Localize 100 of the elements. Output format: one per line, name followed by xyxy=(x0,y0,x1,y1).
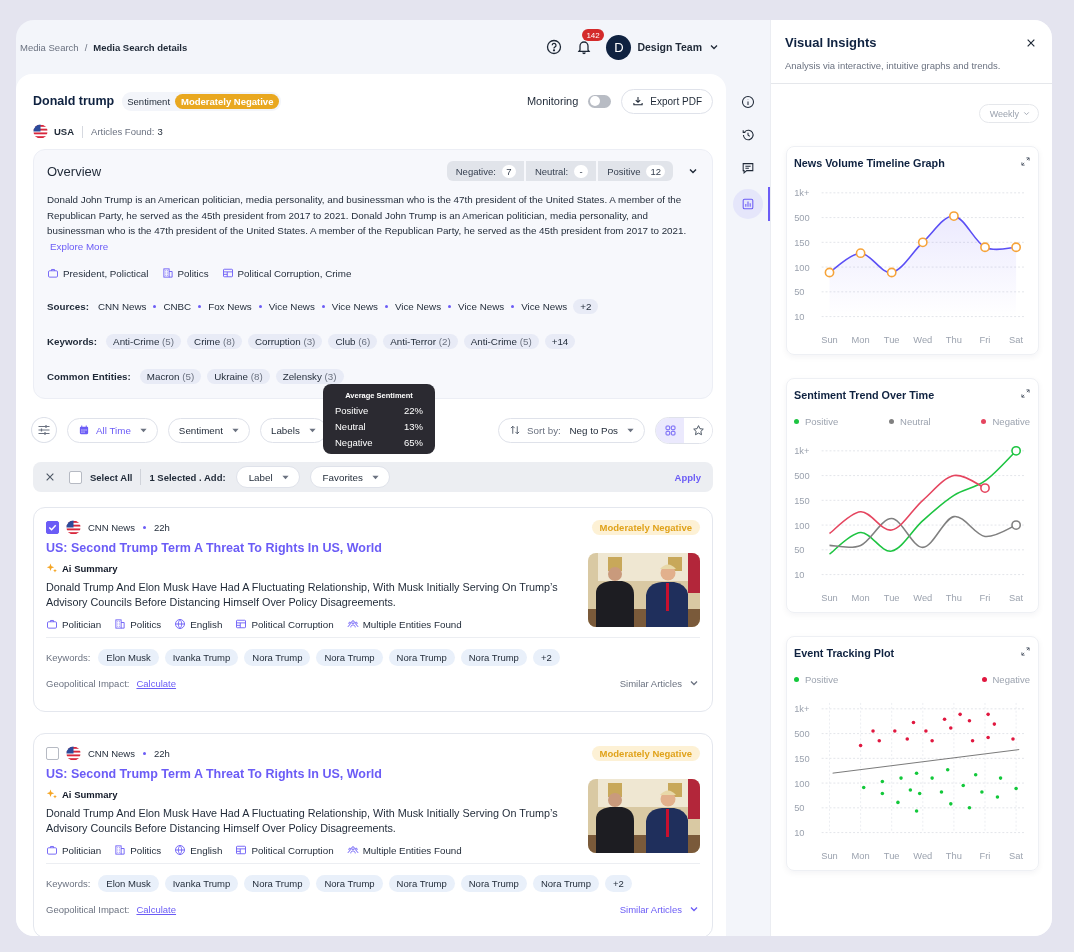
entity-chip[interactable]: Zelensky (3) xyxy=(275,369,344,384)
expand-icon[interactable] xyxy=(1021,647,1030,656)
close-icon[interactable] xyxy=(1026,37,1036,48)
data-point[interactable] xyxy=(980,242,990,253)
article-title-link[interactable]: US: Second Trump Term A Threat To Rights In US, World xyxy=(46,541,568,555)
data-point[interactable] xyxy=(914,771,919,775)
keyword-chip[interactable]: Anti-Crime (5) xyxy=(106,334,182,349)
keyword-chip[interactable]: Nora Trump xyxy=(316,649,383,666)
data-point[interactable] xyxy=(949,211,959,221)
keyword-chip[interactable]: Nora Trump xyxy=(388,649,455,666)
add-dropdown[interactable]: Favorites xyxy=(309,466,390,488)
data-point[interactable] xyxy=(970,738,975,743)
user-name[interactable]: Design Team xyxy=(637,41,702,53)
data-point[interactable] xyxy=(886,267,897,278)
data-point[interactable] xyxy=(967,806,972,810)
calculate-link[interactable]: Calculate xyxy=(136,677,177,689)
data-point[interactable] xyxy=(930,738,934,743)
keyword-chip[interactable]: Club (6) xyxy=(328,334,378,349)
similar-articles-button[interactable]: Similar Articles xyxy=(619,677,700,689)
data-point[interactable] xyxy=(1014,786,1018,791)
data-point[interactable] xyxy=(911,720,916,725)
data-point[interactable] xyxy=(967,719,972,723)
close-icon[interactable] xyxy=(45,472,55,482)
monitoring-toggle[interactable] xyxy=(588,94,612,108)
help-icon[interactable] xyxy=(546,39,563,55)
data-point[interactable] xyxy=(880,779,885,784)
expand-icon[interactable] xyxy=(1021,389,1030,398)
data-point[interactable] xyxy=(908,788,913,792)
keyword-chip[interactable]: Elon Musk xyxy=(98,875,159,892)
more-chip[interactable]: +14 xyxy=(544,334,576,349)
article-title-link[interactable]: US: Second Trump Term A Threat To Rights In US, World xyxy=(46,767,568,781)
data-point[interactable] xyxy=(992,722,997,726)
data-point[interactable] xyxy=(855,248,866,259)
sort-dropdown[interactable]: Sort by: Neg to Pos xyxy=(498,417,645,443)
data-point[interactable] xyxy=(998,776,1003,780)
data-point[interactable] xyxy=(958,712,962,717)
data-point[interactable] xyxy=(917,791,922,796)
breadcrumb-link[interactable]: Media Search details xyxy=(93,41,188,53)
keyword-chip[interactable]: Nora Trump xyxy=(460,875,527,892)
keyword-chip[interactable]: Nora Trump xyxy=(532,875,600,892)
bell-icon[interactable] xyxy=(576,39,593,55)
filter-dropdown[interactable]: Sentiment xyxy=(167,417,250,443)
keyword-chip[interactable]: Anti-Crime (5) xyxy=(463,334,539,349)
article-checkbox[interactable] xyxy=(46,746,59,760)
data-point[interactable] xyxy=(824,267,835,278)
data-point[interactable] xyxy=(914,809,919,813)
data-point[interactable] xyxy=(1011,445,1021,456)
data-point[interactable] xyxy=(880,791,885,796)
select-all-label[interactable]: Select All xyxy=(90,471,133,483)
data-point[interactable] xyxy=(980,483,990,493)
keyword-chip[interactable]: Nora Trump xyxy=(460,649,527,666)
data-point[interactable] xyxy=(877,738,882,743)
data-point[interactable] xyxy=(1011,520,1021,530)
grid-view-button[interactable] xyxy=(656,417,684,443)
data-point[interactable] xyxy=(961,783,965,788)
data-point[interactable] xyxy=(871,729,875,733)
more-chip[interactable]: +2 xyxy=(573,299,599,314)
data-point[interactable] xyxy=(986,712,990,717)
data-point[interactable] xyxy=(995,795,1000,799)
data-point[interactable] xyxy=(861,785,866,790)
data-point[interactable] xyxy=(939,790,944,794)
data-point[interactable] xyxy=(949,726,953,730)
keyword-chip[interactable]: Ivanka Trump xyxy=(164,875,239,892)
calculate-link[interactable]: Calculate xyxy=(136,903,177,915)
data-point[interactable] xyxy=(896,800,900,805)
filter-dropdown[interactable]: All Time xyxy=(67,417,158,443)
data-point[interactable] xyxy=(858,743,863,748)
keyword-chip[interactable]: Anti-Terror (2) xyxy=(383,334,458,349)
article-checkbox[interactable] xyxy=(46,520,59,534)
filter-settings-icon[interactable] xyxy=(31,417,57,443)
keyword-chip[interactable]: Crime (8) xyxy=(187,334,242,349)
more-chip[interactable]: +2 xyxy=(532,649,560,666)
chart-icon[interactable] xyxy=(733,189,763,219)
keyword-chip[interactable]: Nora Trump xyxy=(316,875,383,892)
data-point[interactable] xyxy=(1011,737,1015,741)
select-all-checkbox[interactable] xyxy=(69,470,82,484)
more-chip[interactable]: +2 xyxy=(605,875,632,892)
keyword-chip[interactable]: Corruption (3) xyxy=(247,334,323,349)
data-point[interactable] xyxy=(917,237,928,248)
explore-more-link[interactable]: Explore More xyxy=(50,240,109,252)
apply-link[interactable]: Apply xyxy=(674,471,701,483)
keyword-chip[interactable]: Nora Trump xyxy=(244,875,311,892)
export-pdf-button[interactable]: Export PDF xyxy=(621,88,713,114)
keyword-chip[interactable]: Nora Trump xyxy=(244,649,311,666)
data-point[interactable] xyxy=(905,737,909,741)
entity-chip[interactable]: Macron (5) xyxy=(139,369,202,384)
avatar[interactable]: D xyxy=(606,34,632,60)
data-point[interactable] xyxy=(973,772,978,777)
entity-chip[interactable]: Ukraine (8) xyxy=(207,369,270,384)
data-point[interactable] xyxy=(945,767,950,772)
breadcrumb-link[interactable]: Media Search xyxy=(20,41,79,53)
keyword-chip[interactable]: Ivanka Trump xyxy=(164,649,239,666)
keyword-chip[interactable]: Nora Trump xyxy=(388,875,455,892)
data-point[interactable] xyxy=(949,802,953,806)
data-point[interactable] xyxy=(986,735,990,740)
add-dropdown[interactable]: Label xyxy=(235,466,300,488)
expand-icon[interactable] xyxy=(1021,157,1030,166)
data-point[interactable] xyxy=(942,717,947,722)
similar-articles-button[interactable]: Similar Articles xyxy=(619,903,700,915)
keyword-chip[interactable]: Elon Musk xyxy=(98,649,159,666)
